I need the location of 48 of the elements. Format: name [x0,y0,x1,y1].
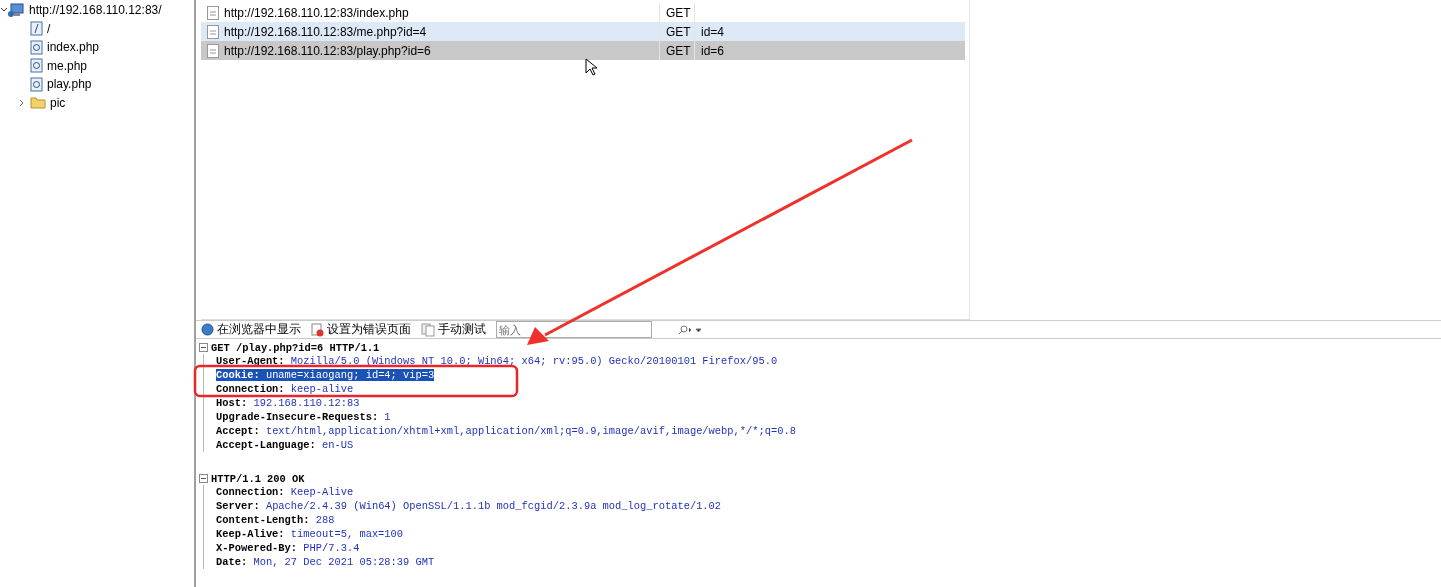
script-file-icon [30,39,43,55]
header-line: User-Agent: Mozilla/5.0 (Windows NT 10.0; Win64; x64; rv:95.0) Gecko/20100101 Firefox/95.0 [216,355,778,367]
header-line: Accept-Language: en-US [216,439,354,451]
page-icon [30,21,43,37]
params-cell: id=6 [694,41,965,60]
search-field[interactable]: 输入 [496,321,652,338]
pages-icon [421,322,435,337]
tree-item[interactable]: play.php [47,77,92,92]
method-cell: GET [659,41,694,60]
collapse-toggle-icon[interactable] [199,343,208,352]
tree-item[interactable]: http://192.168.110.12:83/ [29,3,162,18]
tree-item[interactable]: pic [50,95,66,110]
request-url-cell[interactable]: http://192.168.110.12:83/index.php [201,3,659,22]
tree-item[interactable]: me.php [47,58,88,73]
search-options-icon[interactable] [678,324,702,335]
folder-icon [30,96,46,110]
request-url-cell[interactable]: http://192.168.110.12:83/me.php?id=4 [201,22,659,41]
mouse-cursor-icon [585,58,597,76]
document-icon [207,24,219,39]
document-icon [207,43,219,58]
network-computer-icon [8,2,25,18]
tree-item[interactable]: index.php [47,40,100,55]
collapsed-caret-icon[interactable] [18,98,26,107]
header-line: Upgrade-Insecure-Requests: 1 [216,411,391,423]
document-icon [207,5,219,20]
tree-item[interactable]: / [47,21,51,36]
header-line: Content-Length: 288 [216,514,335,526]
script-file-icon [30,76,43,92]
page-error-icon [311,322,324,337]
header-line: Connection: Keep-Alive [216,486,354,498]
header-line: Connection: keep-alive [216,383,354,395]
header-line: Server: Apache/2.4.39 (Win64) OpenSSL/1.1.1b mod_fcgid/2.3.9a mod_log_rotate/1.02 [216,500,722,512]
status-line: GET /play.php?id=6 HTTP/1.1 [211,341,380,354]
header-line: Keep-Alive: timeout=5, max=100 [216,528,404,540]
toolbar-button[interactable]: 设置为错误页面 [309,321,413,338]
header-line: Accept: text/html,application/xhtml+xml,application/xml;q=0.9,image/avif,image/webp,*/*;q=0.8 [216,425,796,437]
toolbar-button[interactable]: 在浏览器中显示 [199,321,303,338]
status-line: HTTP/1.1 200 OK [211,472,305,485]
collapse-toggle-icon[interactable] [199,474,208,483]
request-url-cell[interactable]: http://192.168.110.12:83/play.php?id=6 [201,41,659,60]
header-line: Host: 192.168.110.12:83 [216,397,360,409]
header-line: X-Powered-By: PHP/7.3.4 [216,542,360,554]
header-line: Date: Mon, 27 Dec 2021 05:28:39 GMT [216,556,435,568]
toolbar-button[interactable]: 手动测试 [419,321,488,338]
globe-icon [201,323,214,336]
method-cell: GET [659,22,694,41]
script-file-icon [30,58,43,74]
params-cell: id=4 [694,22,965,41]
